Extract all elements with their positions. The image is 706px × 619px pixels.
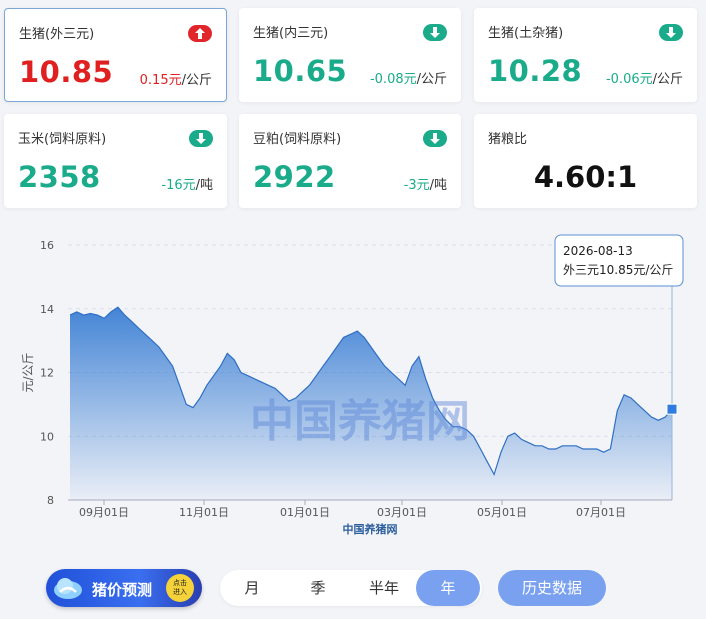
bottom-controls: 猪价预测 点击 进入 月 季 半年 年 历史数据: [0, 563, 706, 619]
price-chart[interactable]: 8 10 12 14 16 元/公斤 09月01日 11月01日 01月01日 03月01日 05月…: [0, 210, 706, 550]
y-tick-label: 16: [40, 239, 54, 252]
card-label: 玉米(饲料原料): [18, 132, 107, 147]
x-tick-label: 11月01日: [179, 506, 229, 519]
arrow-down-icon: [423, 130, 447, 147]
watermark: 中国养猪网: [250, 396, 470, 447]
y-axis-label: 元/公斤: [21, 352, 35, 392]
card-change: -0.08元/公斤: [369, 72, 447, 87]
tooltip-box: [554, 234, 684, 287]
card-pig-inner[interactable]: 生猪(内三元) 10.65 -0.08元/公斤: [239, 8, 461, 102]
price-forecast-button[interactable]: 猪价预测 点击 进入: [46, 569, 202, 607]
tab-quarter[interactable]: 季: [288, 570, 348, 606]
last-point: [666, 403, 678, 415]
tab-half-year[interactable]: 半年: [354, 570, 414, 606]
card-change: -16元/吨: [161, 178, 213, 193]
arrow-down-icon: [189, 130, 213, 147]
tooltip-date: 2026-08-13: [563, 244, 633, 258]
y-tick-label: 12: [40, 367, 54, 380]
card-change: -3元/吨: [403, 178, 447, 193]
tooltip-value: 外三元10.85元/公斤: [563, 263, 673, 277]
x-tick-label: 05月01日: [477, 506, 527, 519]
card-value: 10.28: [488, 54, 583, 88]
card-change: -0.06元/公斤: [605, 72, 683, 87]
card-value: 4.60:1: [533, 160, 638, 194]
x-tick-label: 07月01日: [576, 506, 626, 519]
enter-icon: 点击 进入: [166, 574, 194, 602]
card-pig-outer[interactable]: 生猪(外三元) 10.85 0.15元/公斤: [4, 8, 227, 102]
x-tick-label: 01月01日: [280, 506, 330, 519]
y-tick-label: 14: [40, 303, 54, 316]
card-label: 猪粮比: [488, 132, 528, 147]
arrow-down-icon: [423, 24, 447, 41]
x-tick-label: 09月01日: [79, 506, 129, 519]
arrow-up-icon: [188, 25, 212, 42]
y-tick-label: 10: [40, 430, 54, 443]
tab-year[interactable]: 年: [416, 570, 480, 606]
x-axis-label: 中国养猪网: [343, 522, 398, 536]
card-value: 2358: [18, 160, 101, 194]
x-tick-label: 03月01日: [377, 506, 427, 519]
tab-month[interactable]: 月: [222, 570, 282, 606]
card-label: 豆粕(饲料原料): [253, 132, 342, 147]
card-value: 2922: [253, 160, 336, 194]
card-change: 0.15元/公斤: [139, 73, 212, 88]
card-label: 生猪(外三元): [19, 27, 95, 42]
card-value: 10.65: [253, 54, 348, 88]
card-pig-local[interactable]: 生猪(土杂猪) 10.28 -0.06元/公斤: [474, 8, 697, 102]
card-soymeal[interactable]: 豆粕(饲料原料) 2922 -3元/吨: [239, 114, 461, 208]
card-label: 生猪(土杂猪): [488, 26, 564, 41]
arrow-down-icon: [659, 24, 683, 41]
card-pig-grain-ratio[interactable]: 猪粮比 4.60:1: [474, 114, 697, 208]
history-data-button[interactable]: 历史数据: [498, 570, 606, 606]
badge-label: 猪价预测: [92, 581, 153, 599]
cloud-icon: [54, 578, 82, 599]
card-label: 生猪(内三元): [253, 26, 329, 41]
card-corn[interactable]: 玉米(饲料原料) 2358 -16元/吨: [4, 114, 227, 208]
period-tabs: 月 季 半年 年: [220, 570, 482, 606]
card-value: 10.85: [19, 55, 114, 89]
y-tick-label: 8: [47, 494, 54, 507]
